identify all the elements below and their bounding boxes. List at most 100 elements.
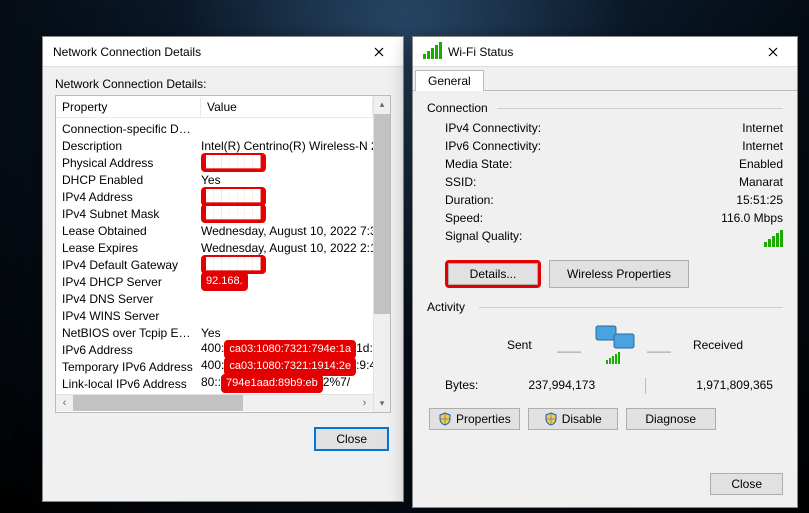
grid-header: Property Value: [56, 96, 373, 118]
table-row[interactable]: IPv6 Address400:ca03:1080:7321:794e:1a1d…: [56, 341, 373, 358]
window-title: Network Connection Details: [53, 45, 356, 59]
table-row[interactable]: Temporary IPv6 Address400:ca03:1080:7321…: [56, 358, 373, 375]
property-cell: Temporary IPv6 Address: [56, 360, 201, 374]
ipv4-connectivity-value: Internet: [742, 121, 783, 135]
activity-computers-icon: [592, 322, 638, 371]
scroll-up-arrow[interactable]: ▴: [374, 96, 390, 113]
speed-value: 116.0 Mbps: [721, 211, 783, 225]
details-grid: Property Value Connection-specific DN...…: [55, 95, 391, 413]
wireless-properties-button[interactable]: Wireless Properties: [549, 260, 689, 288]
vertical-scrollbar[interactable]: ▴ ▾: [373, 96, 390, 412]
sent-label: Sent: [507, 338, 532, 352]
scroll-left-arrow[interactable]: ‹: [56, 397, 73, 409]
titlebar[interactable]: Network Connection Details: [43, 37, 403, 67]
property-cell: Physical Address: [56, 156, 201, 170]
close-icon[interactable]: [750, 38, 795, 66]
value-cell: 80::794e1aad:89b9:eb2%7/: [201, 374, 373, 393]
table-row[interactable]: Link-local IPv6 Address80::794e1aad:89b9…: [56, 375, 373, 392]
details-button-highlight: Details...: [445, 260, 541, 288]
value-cell: ███████: [201, 204, 373, 223]
shield-icon: [438, 412, 452, 426]
hscroll-thumb[interactable]: [73, 395, 243, 411]
close-icon[interactable]: [356, 38, 401, 66]
tab-general[interactable]: General: [415, 70, 484, 91]
col-value-header[interactable]: Value: [201, 98, 373, 116]
value-cell: ███████: [201, 153, 373, 172]
diagnose-button[interactable]: Diagnose: [626, 408, 716, 430]
property-cell: Connection-specific DN...: [56, 122, 201, 136]
table-row[interactable]: DescriptionIntel(R) Centrino(R) Wireless…: [56, 137, 373, 154]
scroll-down-arrow[interactable]: ▾: [374, 395, 390, 412]
table-row[interactable]: NetBIOS over Tcpip En...Yes: [56, 324, 373, 341]
table-row[interactable]: Physical Address███████: [56, 154, 373, 171]
properties-button[interactable]: Properties: [429, 408, 520, 430]
table-row[interactable]: IPv4 DNS Server: [56, 290, 373, 307]
ipv6-connectivity-value: Internet: [742, 139, 783, 153]
duration-label: Duration:: [445, 193, 494, 207]
ssid-value: Manarat: [739, 175, 783, 189]
value-cell: Intel(R) Centrino(R) Wireless-N 2200: [201, 139, 373, 153]
redacted-value: 794e1aad:89b9:eb: [221, 374, 323, 393]
signal-quality-bars: [764, 229, 783, 250]
disable-button-label: Disable: [562, 412, 602, 426]
properties-button-label: Properties: [456, 412, 511, 426]
value-cell: Yes: [201, 173, 373, 187]
table-row[interactable]: IPv4 WINS Server: [56, 307, 373, 324]
table-row[interactable]: Connection-specific DN...: [56, 120, 373, 137]
horizontal-scrollbar[interactable]: ‹ ›: [56, 394, 373, 411]
received-label: Received: [693, 338, 743, 352]
wifi-status-window: Wi-Fi Status General Connection IPv4 Con…: [412, 36, 798, 508]
value-cell: Wednesday, August 10, 2022 2:10:01: [201, 241, 373, 255]
ipv6-connectivity-label: IPv6 Connectivity:: [445, 139, 541, 153]
details-button[interactable]: Details...: [448, 263, 538, 285]
property-cell: IPv4 Default Gateway: [56, 258, 201, 272]
window-title: Wi-Fi Status: [448, 45, 750, 59]
table-row[interactable]: Lease ObtainedWednesday, August 10, 2022…: [56, 222, 373, 239]
connection-section-label: Connection: [427, 101, 783, 115]
details-list-label: Network Connection Details:: [55, 77, 391, 91]
table-row[interactable]: IPv4 Subnet Mask███████: [56, 205, 373, 222]
ipv4-connectivity-label: IPv4 Connectivity:: [445, 121, 541, 135]
property-cell: DHCP Enabled: [56, 173, 201, 187]
ssid-label: SSID:: [445, 175, 476, 189]
duration-value: 15:51:25: [736, 193, 783, 207]
property-cell: Link-local IPv6 Address: [56, 377, 201, 391]
media-state-value: Enabled: [739, 157, 783, 171]
value-cell: 92.168.: [201, 272, 373, 291]
activity-graphic: Sent —— —— Received: [427, 322, 783, 372]
table-row[interactable]: DHCP EnabledYes: [56, 171, 373, 188]
property-cell: IPv4 DHCP Server: [56, 275, 201, 289]
tab-strip: General: [413, 67, 797, 91]
property-cell: Description: [56, 139, 201, 153]
activity-section-label: Activity: [427, 300, 783, 314]
activity-divider: [645, 378, 646, 394]
table-row[interactable]: Lease ExpiresWednesday, August 10, 2022 …: [56, 239, 373, 256]
bytes-received-value: 1,971,809,365: [696, 378, 773, 394]
property-cell: IPv4 Subnet Mask: [56, 207, 201, 221]
close-button[interactable]: Close: [710, 473, 783, 495]
property-cell: Lease Obtained: [56, 224, 201, 238]
value-cell: Wednesday, August 10, 2022 7:31:05: [201, 224, 373, 238]
vscroll-thumb[interactable]: [374, 114, 390, 314]
table-row[interactable]: IPv4 DHCP Server92.168.: [56, 273, 373, 290]
redacted-value: ███████: [201, 153, 266, 172]
media-state-label: Media State:: [445, 157, 512, 171]
dash-right: ——: [647, 344, 671, 358]
dash-left: ——: [557, 344, 581, 358]
titlebar[interactable]: Wi-Fi Status: [413, 37, 797, 67]
property-cell: NetBIOS over Tcpip En...: [56, 326, 201, 340]
bytes-sent-value: 237,994,173: [528, 378, 595, 394]
signal-quality-label: Signal Quality:: [445, 229, 522, 250]
scroll-right-arrow[interactable]: ›: [356, 397, 373, 409]
close-button[interactable]: Close: [314, 427, 389, 451]
table-row[interactable]: IPv4 Address███████: [56, 188, 373, 205]
property-cell: IPv4 Address: [56, 190, 201, 204]
property-cell: IPv4 DNS Server: [56, 292, 201, 306]
col-property-header[interactable]: Property: [56, 98, 201, 116]
network-connection-details-window: Network Connection Details Network Conne…: [42, 36, 404, 502]
bytes-label: Bytes:: [445, 378, 478, 394]
table-row[interactable]: IPv4 Default Gateway███████: [56, 256, 373, 273]
disable-button[interactable]: Disable: [528, 408, 618, 430]
property-cell: Lease Expires: [56, 241, 201, 255]
property-cell: IPv4 WINS Server: [56, 309, 201, 323]
